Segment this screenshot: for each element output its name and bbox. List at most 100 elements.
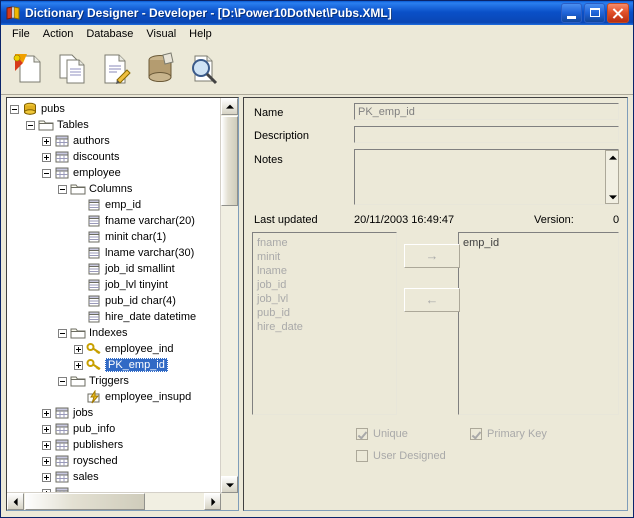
expand-icon[interactable] xyxy=(42,137,51,146)
tree-node[interactable]: employee_ind xyxy=(10,341,221,357)
tree-node[interactable]: pubs xyxy=(10,101,221,117)
list-item[interactable]: lname xyxy=(257,264,392,278)
list-item[interactable]: hire_date xyxy=(257,320,392,334)
menu-visual[interactable]: Visual xyxy=(140,26,183,43)
expand-icon[interactable] xyxy=(74,345,83,354)
collapse-icon[interactable] xyxy=(26,121,35,130)
edit-document-button[interactable] xyxy=(97,50,135,88)
menu-file[interactable]: File xyxy=(6,26,37,43)
table-icon xyxy=(54,454,70,468)
tree-node[interactable]: Indexes xyxy=(10,325,221,341)
tree-node[interactable]: job_lvl tinyint xyxy=(10,277,221,293)
list-item[interactable]: minit xyxy=(257,250,392,264)
tree-node[interactable]: pub_info xyxy=(10,421,221,437)
list-item[interactable]: job_lvl xyxy=(257,292,392,306)
last-updated-value: 20/11/2003 16:49:47 xyxy=(354,214,454,226)
expand-icon[interactable] xyxy=(42,409,51,418)
expand-icon[interactable] xyxy=(42,441,51,450)
scroll-thumb-horizontal[interactable] xyxy=(25,493,145,510)
tree-node[interactable]: employee xyxy=(10,165,221,181)
scroll-thumb-vertical[interactable] xyxy=(221,116,238,206)
notes-scrollbar[interactable] xyxy=(605,150,619,204)
expand-icon[interactable] xyxy=(74,361,83,370)
tree-node[interactable]: lname varchar(30) xyxy=(10,245,221,261)
tree-node[interactable]: minit char(1) xyxy=(10,229,221,245)
expand-icon[interactable] xyxy=(42,473,51,482)
tree-node[interactable]: pub_id char(4) xyxy=(10,293,221,309)
user-designed-checkbox[interactable]: User Designed xyxy=(356,450,446,462)
tree-node[interactable]: jobs xyxy=(10,405,221,421)
tree-node-label: PK_emp_id xyxy=(105,358,168,372)
tree-node-label: publishers xyxy=(73,439,123,451)
scroll-right-button[interactable] xyxy=(204,493,221,510)
last-updated-label: Last updated xyxy=(254,214,318,226)
column-icon xyxy=(86,246,102,260)
expand-icon[interactable] xyxy=(42,425,51,434)
primary-key-checkbox[interactable]: Primary Key xyxy=(470,428,547,440)
list-item[interactable]: job_id xyxy=(257,278,392,292)
tree-node[interactable]: emp_id xyxy=(10,197,221,213)
collapse-icon[interactable] xyxy=(58,329,67,338)
folder-icon xyxy=(38,118,54,132)
maximize-button[interactable] xyxy=(584,3,605,23)
search-button[interactable] xyxy=(185,50,223,88)
menu-help[interactable]: Help xyxy=(183,26,219,43)
tree-spacer xyxy=(74,313,83,322)
primary-key-label: Primary Key xyxy=(487,428,547,440)
expand-icon[interactable] xyxy=(42,457,51,466)
list-item[interactable]: emp_id xyxy=(463,236,614,250)
add-column-button[interactable]: → xyxy=(404,244,460,268)
tree-horizontal-scrollbar[interactable] xyxy=(7,492,221,510)
list-item[interactable]: fname xyxy=(257,236,392,250)
tree-node-label: Triggers xyxy=(89,375,129,387)
unique-checkbox[interactable]: Unique xyxy=(356,428,408,440)
tree-node[interactable]: employee_insupd xyxy=(10,389,221,405)
tree-node-label: Tables xyxy=(57,119,89,131)
object-tree[interactable]: pubs Tables authorsdiscountsemployee Column… xyxy=(7,98,221,493)
tree-node-label: Indexes xyxy=(89,327,128,339)
tree-node[interactable]: PK_emp_id xyxy=(10,357,221,373)
tree-node[interactable]: sales xyxy=(10,469,221,485)
tree-node[interactable]: Tables xyxy=(10,117,221,133)
menu-database[interactable]: Database xyxy=(80,26,140,43)
list-item[interactable]: pub_id xyxy=(257,306,392,320)
scroll-left-button[interactable] xyxy=(7,493,24,510)
scroll-down-button[interactable] xyxy=(221,476,238,493)
tree-node-label: Columns xyxy=(89,183,132,195)
available-columns-list[interactable]: fnameminitlnamejob_idjob_lvlpub_idhire_d… xyxy=(252,232,397,415)
selected-columns-list[interactable]: emp_id xyxy=(458,232,619,415)
scroll-up-button[interactable] xyxy=(221,98,238,115)
expand-icon[interactable] xyxy=(42,153,51,162)
tree-node[interactable]: fname varchar(20) xyxy=(10,213,221,229)
notes-field[interactable] xyxy=(354,149,619,205)
tree-node[interactable]: job_id smallint xyxy=(10,261,221,277)
new-document-button[interactable] xyxy=(9,50,47,88)
tree-node[interactable]: discounts xyxy=(10,149,221,165)
title-bar: Dictionary Designer - Developer - [D:\Po… xyxy=(1,1,633,25)
copy-document-button[interactable] xyxy=(53,50,91,88)
description-field[interactable] xyxy=(354,126,619,143)
collapse-icon[interactable] xyxy=(58,377,67,386)
tree-node[interactable]: publishers xyxy=(10,437,221,453)
tree-spacer xyxy=(74,249,83,258)
minimize-button[interactable] xyxy=(561,3,582,23)
column-icon xyxy=(86,310,102,324)
collapse-icon[interactable] xyxy=(42,169,51,178)
collapse-icon[interactable] xyxy=(58,185,67,194)
name-label: Name xyxy=(254,107,283,119)
tree-node[interactable]: authors xyxy=(10,133,221,149)
folder-icon xyxy=(70,326,86,340)
collapse-icon[interactable] xyxy=(10,105,19,114)
menu-action[interactable]: Action xyxy=(37,26,81,43)
database-button[interactable] xyxy=(141,50,179,88)
tree-spacer xyxy=(74,233,83,242)
remove-column-button[interactable]: ← xyxy=(404,288,460,312)
tree-vertical-scrollbar[interactable] xyxy=(220,98,238,493)
name-field[interactable]: PK_emp_id xyxy=(354,103,619,120)
tree-node[interactable]: Triggers xyxy=(10,373,221,389)
column-icon xyxy=(86,230,102,244)
tree-node[interactable]: Columns xyxy=(10,181,221,197)
tree-node[interactable]: hire_date datetime xyxy=(10,309,221,325)
close-button[interactable] xyxy=(607,3,629,23)
tree-node[interactable]: roysched xyxy=(10,453,221,469)
